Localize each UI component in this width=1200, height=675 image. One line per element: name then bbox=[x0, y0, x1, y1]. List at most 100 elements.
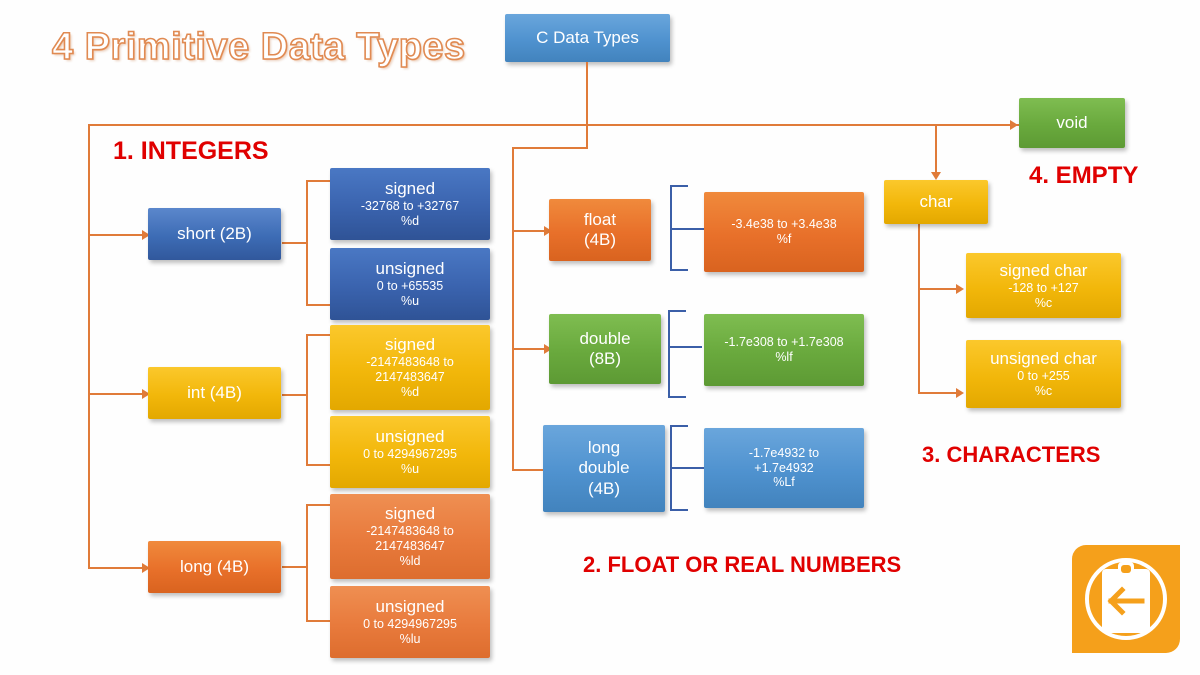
brace-double-stem bbox=[668, 346, 702, 348]
node-title: signed char bbox=[999, 260, 1088, 280]
node-format: %ld bbox=[399, 553, 421, 568]
node-title: unsigned char bbox=[990, 349, 1097, 369]
node-title: signed bbox=[384, 335, 436, 355]
connector-float-stem-h bbox=[512, 147, 588, 149]
arrow-to-char bbox=[931, 172, 941, 180]
brace-double bbox=[668, 310, 670, 398]
node-range-line1: -1.7e4932 to bbox=[748, 445, 820, 460]
connector-to-signed-char bbox=[918, 288, 960, 290]
node-format: %lu bbox=[399, 632, 421, 647]
node-c-data-types[interactable]: C Data Types bbox=[505, 14, 670, 62]
node-double[interactable]: double (8B) bbox=[549, 314, 661, 384]
node-label: int (4B) bbox=[187, 382, 242, 402]
node-short-unsigned[interactable]: unsigned 0 to +65535 %u bbox=[330, 248, 490, 320]
node-float[interactable]: float (4B) bbox=[549, 199, 651, 261]
section-label-characters: 3. CHARACTERS bbox=[922, 442, 1101, 467]
node-range-line2: +1.7e4932 bbox=[754, 460, 814, 475]
node-range: -32768 to +32767 bbox=[360, 199, 460, 214]
node-label: void bbox=[1056, 112, 1088, 132]
connector-char-stem bbox=[935, 124, 937, 178]
node-name-line1: long bbox=[587, 438, 621, 458]
node-range: -3.4e38 to +3.4e38 bbox=[731, 217, 837, 232]
node-range: 0 to +255 bbox=[1017, 369, 1070, 384]
node-range-line2: 2147483647 bbox=[375, 539, 445, 554]
node-format: %u bbox=[400, 462, 420, 477]
connector-integer-trunk bbox=[88, 124, 90, 568]
section-label-floats: 2. FLOAT OR REAL NUMBERS bbox=[583, 552, 902, 577]
brace-long-bottom bbox=[306, 620, 330, 622]
node-float-range[interactable]: -3.4e38 to +3.4e38 %f bbox=[704, 192, 864, 272]
connector-to-int bbox=[88, 393, 144, 395]
node-range: 0 to 4294967295 bbox=[363, 617, 457, 632]
section-label-integers: 1. INTEGERS bbox=[113, 137, 269, 165]
brace-int bbox=[306, 334, 308, 466]
connector-to-unsigned-char bbox=[918, 392, 960, 394]
connector-to-long-double bbox=[512, 469, 546, 471]
node-title: unsigned bbox=[375, 427, 445, 447]
brace-short-bottom bbox=[306, 304, 330, 306]
brace-short bbox=[306, 180, 308, 306]
node-format: %c bbox=[1034, 295, 1053, 310]
brace-long-double-bottom bbox=[670, 509, 688, 511]
node-range: -1.7e308 to +1.7e308 bbox=[724, 335, 844, 350]
node-long-double-range[interactable]: -1.7e4932 to +1.7e4932 %Lf bbox=[704, 428, 864, 508]
node-double-range[interactable]: -1.7e308 to +1.7e308 %lf bbox=[704, 314, 864, 386]
node-range: 0 to +65535 bbox=[376, 279, 444, 294]
section-label-empty: 4. EMPTY bbox=[1029, 162, 1139, 189]
node-title: signed bbox=[384, 179, 436, 199]
connector-float-trunk bbox=[512, 147, 514, 470]
brace-float-bottom bbox=[670, 269, 688, 271]
brace-long-top bbox=[306, 504, 330, 506]
node-format: %d bbox=[400, 214, 420, 229]
node-name-line2: double bbox=[578, 458, 630, 478]
connector-to-float bbox=[512, 230, 546, 232]
brace-long-double-top bbox=[670, 425, 688, 427]
node-int-signed[interactable]: signed -2147483648 to 2147483647 %d bbox=[330, 325, 490, 410]
brace-float-stem bbox=[670, 228, 704, 230]
connector-bus-to-float-stem bbox=[586, 124, 588, 149]
node-format: %d bbox=[400, 384, 420, 399]
node-range: -128 to +127 bbox=[1008, 280, 1079, 295]
arrow-to-unsigned-char bbox=[956, 388, 964, 398]
brace-float-top bbox=[670, 185, 688, 187]
diagram-canvas: 4 Primitive Data Types C Data Types 1. I… bbox=[0, 0, 1200, 675]
node-label: short (2B) bbox=[177, 223, 252, 243]
node-char[interactable]: char bbox=[884, 180, 988, 224]
arrow-to-void bbox=[1010, 120, 1018, 130]
node-range-line2: 2147483647 bbox=[375, 370, 445, 385]
node-long[interactable]: long (4B) bbox=[148, 541, 281, 593]
brace-short-top bbox=[306, 180, 330, 182]
connector-to-long bbox=[88, 567, 144, 569]
node-short-signed[interactable]: signed -32768 to +32767 %d bbox=[330, 168, 490, 240]
node-void[interactable]: void bbox=[1019, 98, 1125, 148]
node-range: 0 to 4294967295 bbox=[363, 447, 457, 462]
connector-root-stem bbox=[586, 62, 588, 125]
node-long-double[interactable]: long double (4B) bbox=[543, 425, 665, 512]
node-label: char bbox=[919, 191, 953, 211]
node-signed-char[interactable]: signed char -128 to +127 %c bbox=[966, 253, 1121, 318]
node-range-line1: -2147483648 to bbox=[366, 355, 454, 370]
node-format: %f bbox=[776, 232, 792, 246]
node-unsigned-char[interactable]: unsigned char 0 to +255 %c bbox=[966, 340, 1121, 408]
node-long-unsigned[interactable]: unsigned 0 to 4294967295 %lu bbox=[330, 586, 490, 658]
node-title: signed bbox=[384, 504, 436, 524]
node-label: C Data Types bbox=[536, 27, 639, 47]
node-title: unsigned bbox=[375, 597, 445, 617]
node-int-unsigned[interactable]: unsigned 0 to 4294967295 %u bbox=[330, 416, 490, 488]
node-long-signed[interactable]: signed -2147483648 to 2147483647 %ld bbox=[330, 494, 490, 579]
clipboard-back-icon[interactable] bbox=[1072, 545, 1180, 653]
node-name: double bbox=[579, 328, 631, 348]
node-format: %c bbox=[1034, 384, 1053, 399]
node-short[interactable]: short (2B) bbox=[148, 208, 281, 260]
connector-char-children-trunk bbox=[918, 216, 920, 394]
connector-to-short bbox=[88, 234, 144, 236]
connector-to-void bbox=[935, 124, 1012, 126]
node-int[interactable]: int (4B) bbox=[148, 367, 281, 419]
brace-int-top bbox=[306, 334, 330, 336]
node-format: %u bbox=[400, 294, 420, 309]
brace-short-stem bbox=[282, 242, 306, 244]
node-size: (4B) bbox=[587, 478, 621, 498]
brace-int-stem bbox=[282, 394, 306, 396]
brace-long-stem bbox=[282, 566, 306, 568]
node-name: float bbox=[583, 209, 617, 229]
